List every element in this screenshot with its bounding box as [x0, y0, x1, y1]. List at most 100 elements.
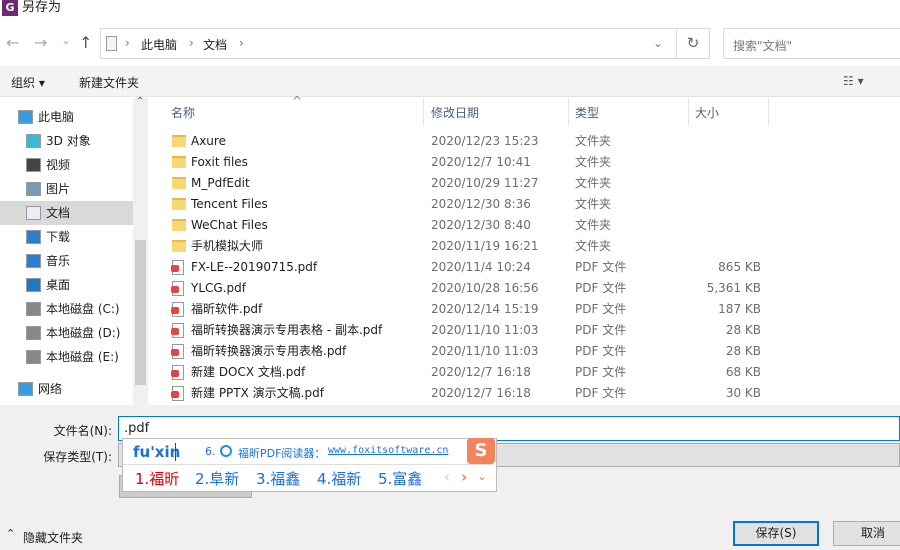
folder-icon: [172, 156, 186, 168]
ime-hint-text[interactable]: 福昕PDF阅读器：: [238, 445, 325, 461]
column-date[interactable]: 修改日期: [431, 104, 479, 121]
file-row[interactable]: Axure 2020/12/23 15:23 文件夹: [149, 131, 900, 152]
sidebar-scroll-thumb[interactable]: [135, 240, 146, 385]
file-row[interactable]: 福昕转换器演示专用表格 - 副本.pdf 2020/11/10 11:03 PDF …: [149, 320, 900, 341]
file-row[interactable]: WeChat Files 2020/12/30 8:40 文件夹: [149, 215, 900, 236]
breadcrumb-documents[interactable]: 文档: [203, 36, 227, 53]
file-date: 2020/12/7 16:18: [431, 365, 531, 379]
column-type[interactable]: 类型: [575, 104, 599, 121]
chevron-up-icon[interactable]: ⌃: [6, 527, 15, 540]
sidebar-item-label: 本地磁盘 (D:): [46, 326, 121, 340]
browser-icon: [220, 445, 232, 457]
file-row[interactable]: Foxit files 2020/12/7 10:41 文件夹: [149, 152, 900, 173]
ime-candidate[interactable]: 1.福昕: [135, 468, 179, 489]
folder-icon: [172, 198, 186, 210]
sort-ascending-icon: ^: [292, 94, 303, 108]
folder-icon: [172, 135, 186, 147]
hide-folders-toggle[interactable]: 隐藏文件夹: [23, 529, 83, 546]
navigation-pane: 此电脑 3D 对象 视频 图片 文档下载音乐桌面本地磁盘 (C:) 本地磁盘 (D:) 本地…: [0, 98, 148, 405]
sidebar-item[interactable]: 3D 对象: [0, 129, 133, 153]
sidebar-item[interactable]: 文档: [0, 201, 133, 225]
picture-icon: [26, 182, 41, 196]
sidebar-item[interactable]: 本地磁盘 (E:): [0, 345, 133, 369]
pdf-file-icon: [171, 323, 184, 338]
sidebar-item[interactable]: 本地磁盘 (C:): [0, 297, 133, 321]
recent-locations-button[interactable]: ⌄: [61, 33, 71, 47]
file-size: 865 KB: [718, 260, 761, 274]
ime-hint-url[interactable]: www.foxitsoftware.cn: [328, 445, 448, 456]
file-row[interactable]: 福昕软件.pdf 2020/12/14 15:19 PDF 文件 187 KB: [149, 299, 900, 320]
sogou-ime-logo: S: [467, 438, 495, 464]
forward-button[interactable]: →: [34, 33, 47, 52]
ime-candidate[interactable]: 4.福新: [317, 468, 361, 489]
file-name: YLCG.pdf: [191, 281, 246, 295]
video-icon: [26, 158, 41, 172]
sidebar-item[interactable]: 本地磁盘 (D:): [0, 321, 133, 345]
new-folder-button[interactable]: 新建文件夹: [79, 74, 139, 91]
ime-next-page-icon[interactable]: ›: [461, 468, 467, 486]
file-date: 2020/11/10 11:03: [431, 344, 539, 358]
pdf-file-icon: [171, 365, 184, 380]
file-size: 187 KB: [718, 302, 761, 316]
view-options-button[interactable]: ☷ ▾: [843, 74, 864, 88]
ime-prev-page-icon[interactable]: ‹: [444, 468, 450, 486]
sidebar-item[interactable]: 音乐: [0, 249, 133, 273]
pdf-file-icon: [171, 281, 184, 296]
file-row[interactable]: M_PdfEdit 2020/10/29 11:27 文件夹: [149, 173, 900, 194]
organize-button[interactable]: 组织 ▾: [11, 74, 45, 91]
file-row[interactable]: FX-LE--20190715.pdf 2020/11/4 10:24 PDF 文件…: [149, 257, 900, 278]
sidebar-item[interactable]: 下载: [0, 225, 133, 249]
drive-icon: [26, 302, 41, 316]
file-row[interactable]: 新建 PPTX 演示文稿.pdf 2020/12/7 16:18 PDF 文件 30 …: [149, 383, 900, 404]
file-type: PDF 文件: [575, 365, 627, 379]
sidebar-item[interactable]: 图片: [0, 177, 133, 201]
up-button[interactable]: ↑: [79, 33, 92, 52]
file-name: M_PdfEdit: [191, 176, 250, 190]
ime-expand-icon[interactable]: ⌄: [477, 469, 487, 483]
file-size: 30 KB: [725, 386, 761, 400]
file-date: 2020/12/23 15:23: [431, 134, 539, 148]
cancel-button[interactable]: 取消: [833, 521, 900, 546]
file-name: 新建 PPTX 演示文稿.pdf: [191, 386, 324, 400]
file-row[interactable]: 手机模拟大师 2020/11/19 16:21 文件夹: [149, 236, 900, 257]
back-button[interactable]: ←: [6, 33, 19, 52]
ime-candidate[interactable]: 3.福鑫: [256, 468, 300, 489]
document-icon: [26, 206, 41, 220]
pdf-file-icon: [171, 344, 184, 359]
sidebar-item[interactable]: 视频: [0, 153, 133, 177]
savetype-label: 保存类型(T):: [43, 450, 112, 464]
scroll-up-icon[interactable]: ⌃: [136, 96, 144, 107]
sidebar-item[interactable]: 桌面: [0, 273, 133, 297]
column-name[interactable]: 名称: [171, 104, 195, 121]
file-date: 2020/12/14 15:19: [431, 302, 539, 316]
file-date: 2020/12/30 8:36: [431, 197, 531, 211]
breadcrumb-this-pc[interactable]: 此电脑: [141, 36, 177, 53]
file-date: 2020/12/7 16:18: [431, 386, 531, 400]
drive-icon: [26, 350, 41, 364]
computer-icon: [18, 110, 33, 124]
search-input[interactable]: 搜索"文档": [723, 28, 900, 59]
ime-candidate[interactable]: 2.阜新: [195, 468, 239, 489]
file-row[interactable]: Tencent Files 2020/12/30 8:36 文件夹: [149, 194, 900, 215]
file-row[interactable]: 新建 DOCX 文档.pdf 2020/12/7 16:18 PDF 文件 68 KB: [149, 362, 900, 383]
address-dropdown-icon[interactable]: ⌄: [653, 36, 663, 50]
filename-label: 文件名(N):: [53, 424, 112, 438]
file-date: 2020/12/7 10:41: [431, 155, 531, 169]
refresh-button[interactable]: ↻: [677, 28, 710, 59]
sidebar-item-label: 下载: [46, 230, 71, 244]
sidebar-item[interactable]: 此电脑: [0, 105, 133, 129]
file-size: 28 KB: [725, 344, 761, 358]
file-name: Tencent Files: [191, 197, 268, 211]
save-button[interactable]: 保存(S): [733, 521, 819, 546]
column-size[interactable]: 大小: [695, 104, 719, 121]
sidebar-item-label: 桌面: [46, 278, 71, 292]
file-row[interactable]: YLCG.pdf 2020/10/28 16:56 PDF 文件 5,361 KB: [149, 278, 900, 299]
pdf-file-icon: [171, 260, 184, 275]
drive-icon: [26, 326, 41, 340]
sidebar-item[interactable]: 网络: [0, 377, 133, 401]
ime-candidate[interactable]: 5.富鑫: [378, 468, 422, 489]
file-row[interactable]: 福昕转换器演示专用表格.pdf 2020/11/10 11:03 PDF 文件 28 …: [149, 341, 900, 362]
folder-icon: [172, 240, 186, 252]
address-bar[interactable]: › 此电脑 › 文档 › ⌄: [100, 28, 677, 59]
file-name: 手机模拟大师: [191, 239, 264, 253]
